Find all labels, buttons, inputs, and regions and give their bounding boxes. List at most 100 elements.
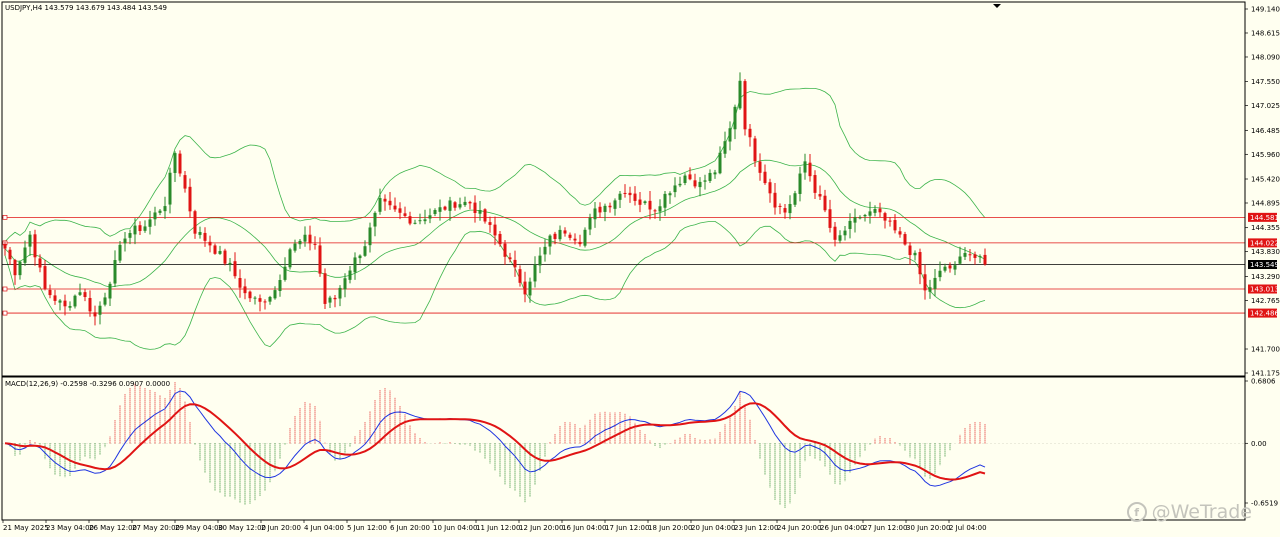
candle-body [773,192,777,208]
time-tick-label: 27 Jun 12:00 [863,524,907,532]
candle-body [518,269,522,283]
candle-body [638,199,642,205]
candle-body [888,220,892,222]
candle-body [403,213,407,216]
price-tick-label: 149.140 [1251,6,1280,14]
time-tick-label: 18 Jun 20:00 [648,524,692,532]
wetrade-logo-icon: f [1126,502,1147,522]
candle-body [643,201,647,204]
candle-body [523,281,527,295]
time-tick-label: 23 Jun 12:00 [734,524,778,532]
candle-body [803,161,807,173]
candle-body [573,238,577,241]
candle-body [613,200,617,209]
candle-body [718,152,722,174]
candle-body [178,153,182,174]
candle-body [258,298,262,302]
candle-body [368,227,372,246]
candle-body [348,270,352,280]
price-tick-label: 141.700 [1251,346,1280,354]
candle-body [318,245,322,274]
candle-body [498,233,502,245]
candle-body [133,225,137,235]
time-tick-label: 21 May 2025 [3,524,49,532]
time-tick-label: 30 Jun 20:00 [906,524,950,532]
candle-body [173,153,177,173]
candle-body [158,210,162,213]
candle-body [358,255,362,259]
chart-canvas[interactable]: 149.140 148.615 148.090 147.550 147.025 146.4… [0,0,1280,537]
candle-body [953,265,957,270]
candle-body [778,205,782,207]
price-tick-label: 144.355 [1251,224,1280,232]
candle-body [968,254,972,256]
candle-body [898,231,902,235]
macd-tick-label: 0.6806 [1251,378,1276,386]
candle-body [398,208,402,213]
candle-body [633,193,637,201]
price-tick-label: 147.550 [1251,78,1280,86]
candle-body [363,246,367,256]
candle-body [873,209,877,213]
candle-body [903,234,907,245]
level-anchor-0 [2,214,8,220]
candle-body [78,292,82,295]
candle-body [328,297,332,303]
candle-body [343,278,347,290]
candle-body [228,262,232,265]
candle-body [508,257,512,260]
candle-body [83,292,87,298]
candle-body [223,250,227,264]
candle-body [738,80,742,109]
candle-body [793,193,797,205]
level-price-tag-label: 144.581 [1250,214,1279,222]
candle-body [28,234,32,247]
candle-body [603,205,607,212]
candle-body [18,261,22,276]
candle-body [693,180,697,187]
main-chart-frame [1,1,1246,377]
candle-body [73,295,77,307]
candle-body [433,210,437,215]
candle-body [878,208,882,213]
candle-body [53,295,57,301]
candle-body [538,255,542,266]
candle-body [928,287,932,292]
candle-body [808,162,812,177]
candle-body [148,219,152,227]
candle-body [688,174,692,180]
candle-body [658,206,662,212]
price-tick-label: 143.290 [1251,273,1280,281]
candle-body [853,217,857,223]
watermark: f @WeTrade [1126,501,1252,523]
candle-body [423,219,427,222]
candle-body [938,270,942,278]
candle-body [183,175,187,189]
candle-body [818,194,822,197]
candle-body [333,297,337,300]
candle-body [948,265,952,269]
candle-body [248,291,252,299]
candle-body [763,171,767,184]
candle-body [208,241,212,246]
candle-body [168,172,172,205]
candle-body [923,274,927,291]
watermark-text: @WeTrade [1151,501,1252,523]
candle-body [488,222,492,225]
macd-indicator [2,381,1245,509]
candle-body [713,172,717,175]
candle-body [913,252,917,256]
candle-body [513,259,517,268]
candle-body [828,209,832,228]
price-tick-label: 148.615 [1251,29,1280,37]
candle-body [708,172,712,181]
candle-body [843,230,847,236]
time-tick-label: 12 Jun 20:00 [519,524,563,532]
time-tick-label: 26 Jun 04:00 [820,524,864,532]
price-tick-label: 142.765 [1251,297,1280,305]
candle-body [58,300,62,303]
candle-body [908,245,912,256]
candle-body [263,301,267,303]
candle-body [428,215,432,219]
candle-body [863,214,867,217]
